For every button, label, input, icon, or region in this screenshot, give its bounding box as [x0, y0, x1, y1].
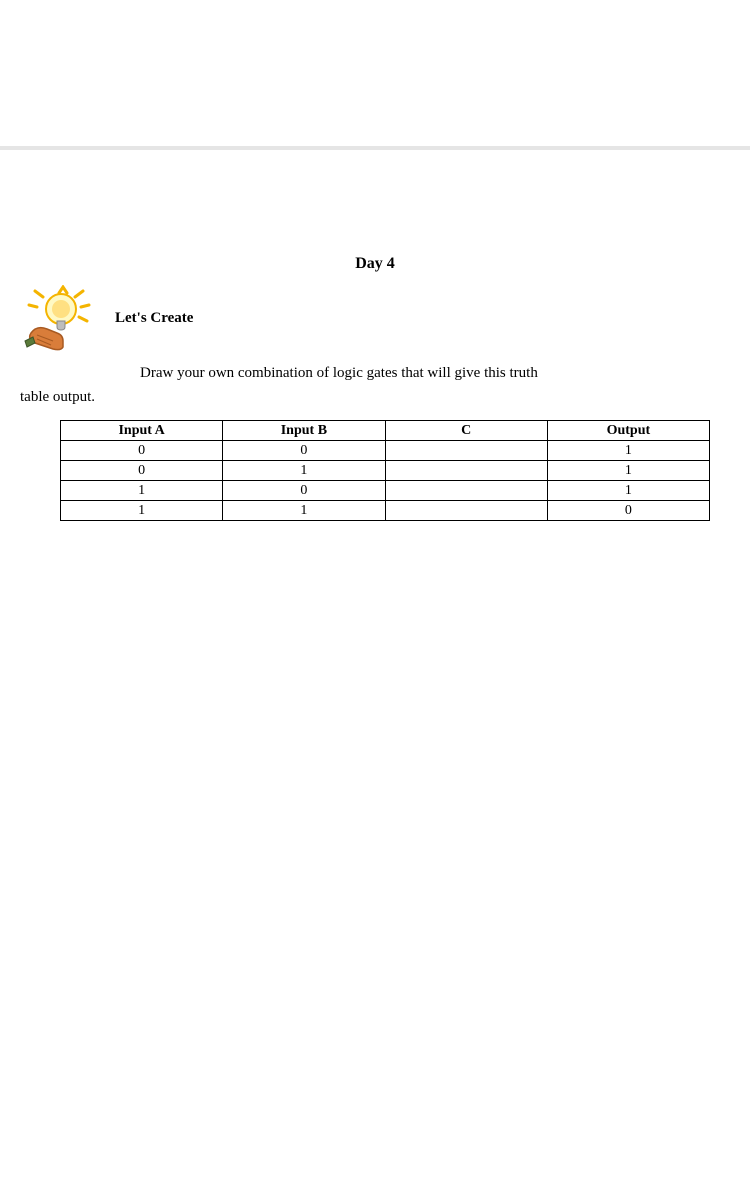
- cell: 1: [61, 501, 223, 521]
- truth-table-wrap: Input A Input B C Output 0 0 1 0 1 1: [60, 420, 710, 521]
- cell: 0: [61, 461, 223, 481]
- col-header-input-b: Input B: [223, 421, 385, 441]
- col-header-c: C: [385, 421, 547, 441]
- day-heading: Day 4: [0, 150, 750, 273]
- cell: [385, 501, 547, 521]
- cell: 1: [223, 461, 385, 481]
- instruction-block: Draw your own combination of logic gates…: [0, 353, 750, 406]
- table-row: 0 1 1: [61, 461, 710, 481]
- lets-create-label: Let's Create: [115, 310, 193, 327]
- cell: 0: [223, 441, 385, 461]
- lets-create-row: Let's Create: [0, 283, 750, 353]
- document-page: Day 4 Let's Create Draw your own combina…: [0, 150, 750, 1200]
- cell: 0: [61, 441, 223, 461]
- table-row: 0 0 1: [61, 441, 710, 461]
- table-header-row: Input A Input B C Output: [61, 421, 710, 441]
- lightbulb-hand-icon: [20, 283, 100, 353]
- cell: 1: [547, 441, 709, 461]
- top-whitespace-region: [0, 0, 750, 150]
- col-header-output: Output: [547, 421, 709, 441]
- cell: 1: [547, 461, 709, 481]
- table-row: 1 0 1: [61, 481, 710, 501]
- truth-table: Input A Input B C Output 0 0 1 0 1 1: [60, 420, 710, 521]
- cell: 0: [547, 501, 709, 521]
- instruction-line-1: Draw your own combination of logic gates…: [20, 361, 730, 385]
- table-row: 1 1 0: [61, 501, 710, 521]
- cell: [385, 481, 547, 501]
- cell: 0: [223, 481, 385, 501]
- cell: [385, 441, 547, 461]
- cell: 1: [61, 481, 223, 501]
- cell: 1: [547, 481, 709, 501]
- col-header-input-a: Input A: [61, 421, 223, 441]
- cell: [385, 461, 547, 481]
- cell: 1: [223, 501, 385, 521]
- instruction-line-2: table output.: [20, 389, 730, 406]
